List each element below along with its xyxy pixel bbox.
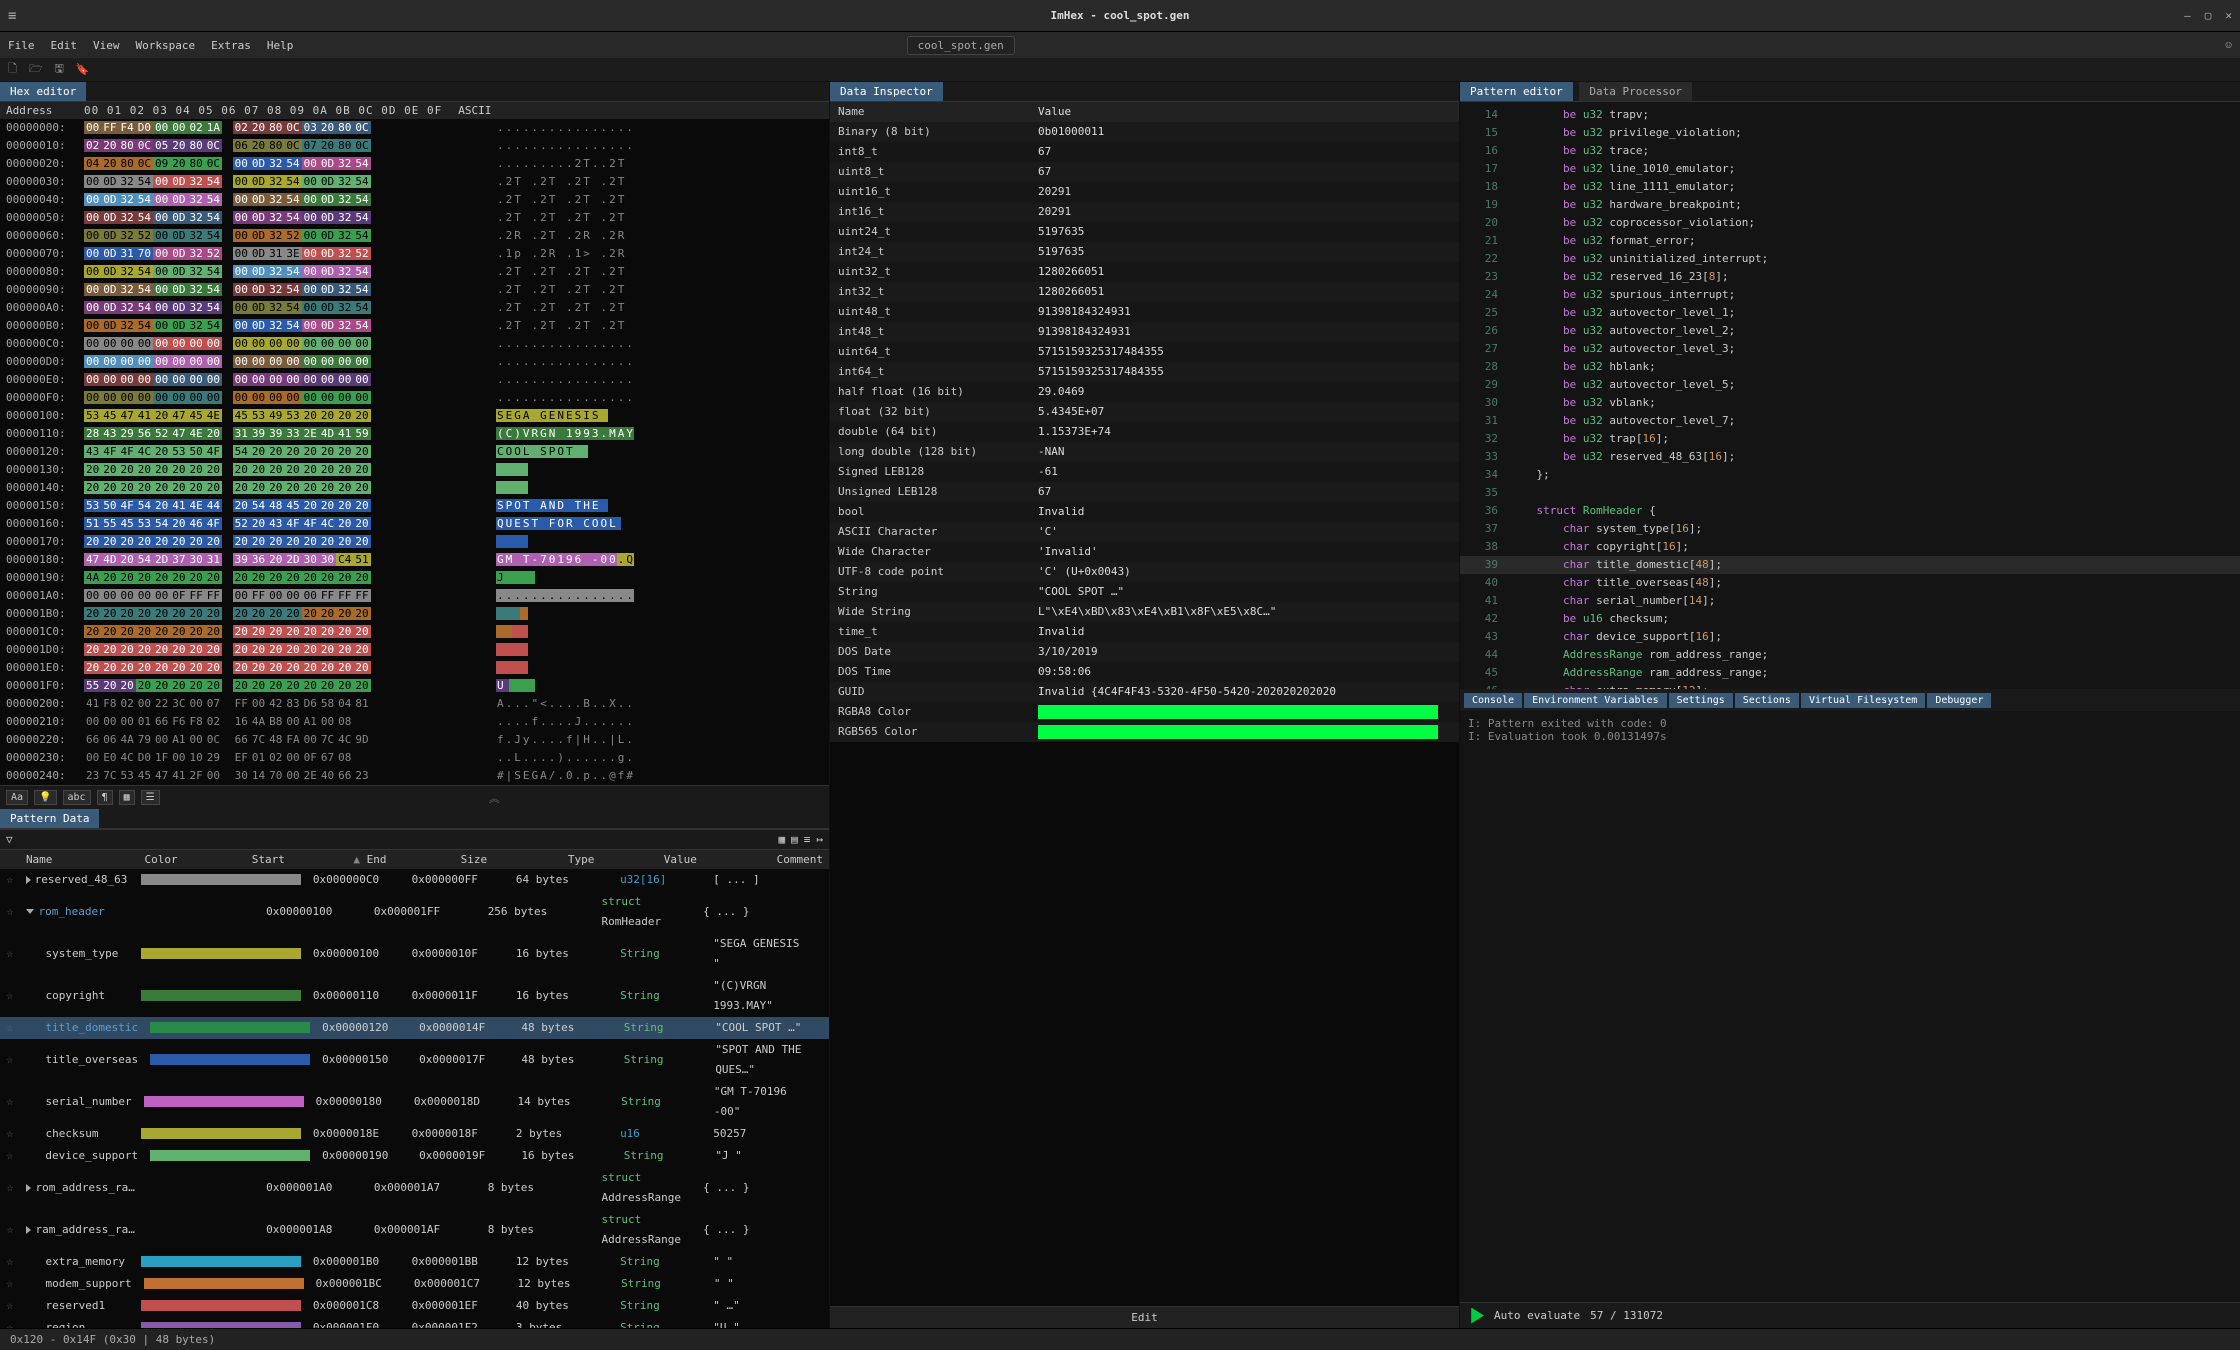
table-row[interactable]: ☆ title_domestic0x000001200x0000014F48 b… bbox=[0, 1017, 829, 1039]
tab-pattern-data[interactable]: Pattern Data bbox=[0, 809, 99, 828]
maximize-icon[interactable]: ▢ bbox=[2205, 9, 2212, 22]
pd-expand-icon[interactable]: ↦ bbox=[816, 833, 823, 846]
console-tab-settings[interactable]: Settings bbox=[1669, 693, 1733, 708]
open-file-icon[interactable]: 🗁 bbox=[29, 60, 43, 79]
hex-btn-list[interactable]: ☰ bbox=[141, 790, 160, 805]
table-row[interactable]: ☆ reserved10x000001C80x000001EF40 bytesS… bbox=[0, 1295, 829, 1317]
feedback-icon[interactable]: ☺ bbox=[2225, 39, 2232, 52]
hex-addr-header: Address bbox=[6, 104, 82, 117]
table-row[interactable]: ☆rom_address_ra…0x000001A00x000001A78 by… bbox=[0, 1167, 829, 1209]
table-row[interactable]: ☆ extra_memory0x000001B00x000001BB12 byt… bbox=[0, 1251, 829, 1273]
pattern-data-body[interactable]: ☆reserved_48_630x000000C00x000000FF64 by… bbox=[0, 869, 829, 1328]
table-row[interactable]: ☆ region0x000001F00x000001F23 bytesStrin… bbox=[0, 1317, 829, 1328]
play-icon[interactable] bbox=[1468, 1308, 1484, 1324]
pd-h-start[interactable]: Start bbox=[246, 852, 348, 867]
pd-h-name[interactable]: Name bbox=[20, 852, 139, 867]
tab-data-inspector[interactable]: Data Inspector bbox=[830, 82, 943, 101]
minimize-icon[interactable]: — bbox=[2184, 9, 2191, 22]
console-tab-environment-variables[interactable]: Environment Variables bbox=[1524, 693, 1666, 708]
console-tab-sections[interactable]: Sections bbox=[1735, 693, 1799, 708]
table-row[interactable]: ☆ modem_support0x000001BC0x000001C712 by… bbox=[0, 1273, 829, 1295]
pd-view2-icon[interactable]: ▤ bbox=[791, 833, 798, 846]
pd-view3-icon[interactable]: ≡ bbox=[804, 833, 811, 846]
filename-tab[interactable]: cool_spot.gen bbox=[907, 36, 1015, 55]
hex-btn-para[interactable]: ¶ bbox=[97, 790, 113, 805]
menu-help[interactable]: Help bbox=[267, 39, 294, 52]
table-row[interactable]: ☆ram_address_ra…0x000001A80x000001AF8 by… bbox=[0, 1209, 829, 1251]
window-title: ImHex - cool_spot.gen bbox=[1050, 9, 1189, 22]
table-row[interactable]: ☆ device_support0x000001900x0000019F16 b… bbox=[0, 1145, 829, 1167]
table-row[interactable]: ☆ title_overseas0x000001500x0000017F48 b… bbox=[0, 1039, 829, 1081]
code-editor[interactable]: 14 be u32 trapv;15 be u32 privilege_viol… bbox=[1460, 102, 2240, 689]
table-row[interactable]: ☆ copyright0x000001100x0000011F16 bytesS… bbox=[0, 975, 829, 1017]
table-row[interactable]: ☆ checksum0x0000018E0x0000018F2 bytesu16… bbox=[0, 1123, 829, 1145]
pd-view1-icon[interactable]: ▦ bbox=[779, 833, 786, 846]
pd-h-size[interactable]: Size bbox=[455, 852, 562, 867]
filter-icon[interactable]: ▽ bbox=[6, 833, 13, 846]
di-edit-button[interactable]: Edit bbox=[830, 1306, 1459, 1328]
save-icon[interactable]: 🖫 bbox=[55, 60, 64, 79]
hex-ascii-header: ASCII bbox=[458, 104, 491, 117]
collapse-icon[interactable]: ︽ bbox=[489, 790, 500, 806]
hex-btn-abc[interactable]: abc bbox=[63, 790, 91, 805]
hex-btn-color[interactable]: 💡 bbox=[34, 790, 56, 805]
table-row[interactable]: ☆rom_header0x000001000x000001FF256 bytes… bbox=[0, 891, 829, 933]
auto-evaluate-label[interactable]: Auto evaluate bbox=[1494, 1309, 1580, 1322]
data-inspector-body: Binary (8 bit)0b01000011int8_t67uint8_t6… bbox=[830, 122, 1459, 1306]
hex-cols-header: 00 01 02 03 04 05 06 07 08 09 0A 0B 0C 0… bbox=[84, 104, 442, 117]
table-row[interactable]: ☆ serial_number0x000001800x0000018D14 by… bbox=[0, 1081, 829, 1123]
menu-view[interactable]: View bbox=[93, 39, 120, 52]
new-file-icon[interactable]: 🗋 bbox=[8, 60, 17, 79]
hex-btn-grid[interactable]: ▦ bbox=[119, 790, 135, 805]
pd-h-value[interactable]: Value bbox=[658, 852, 771, 867]
menu-edit[interactable]: Edit bbox=[51, 39, 78, 52]
menu-file[interactable]: File bbox=[8, 39, 35, 52]
progress-label: 57 / 131072 bbox=[1590, 1309, 1663, 1322]
pd-h-comment[interactable]: Comment bbox=[771, 852, 829, 867]
tab-hex-editor[interactable]: Hex editor bbox=[0, 82, 86, 101]
status-selection: 0x120 - 0x14F (0x30 | 48 bytes) bbox=[10, 1333, 215, 1346]
console-body: I: Pattern exited with code: 0I: Evaluat… bbox=[1460, 711, 2240, 1302]
hex-body[interactable]: 00000000:00FFF4D00000021A 0220800C032080… bbox=[0, 119, 829, 785]
pd-h-end[interactable]: End bbox=[367, 853, 387, 866]
pd-h-color[interactable]: Color bbox=[139, 852, 246, 867]
di-h-name: Name bbox=[838, 102, 1038, 122]
bookmark-icon[interactable]: 🔖 bbox=[76, 63, 90, 76]
menu-extras[interactable]: Extras bbox=[211, 39, 251, 52]
console-tab-virtual-filesystem[interactable]: Virtual Filesystem bbox=[1801, 693, 1925, 708]
pd-h-type[interactable]: Type bbox=[562, 852, 658, 867]
di-h-value: Value bbox=[1038, 102, 1451, 122]
hamburger-icon[interactable]: ≡ bbox=[8, 8, 16, 24]
close-icon[interactable]: ✕ bbox=[2225, 9, 2232, 22]
console-tab-debugger[interactable]: Debugger bbox=[1927, 693, 1991, 708]
tab-pattern-editor[interactable]: Pattern editor bbox=[1460, 82, 1573, 101]
menu-workspace[interactable]: Workspace bbox=[136, 39, 196, 52]
table-row[interactable]: ☆reserved_48_630x000000C00x000000FF64 by… bbox=[0, 869, 829, 891]
tab-data-processor[interactable]: Data Processor bbox=[1579, 82, 1692, 101]
hex-btn-aa[interactable]: Aa bbox=[6, 790, 28, 805]
table-row[interactable]: ☆ system_type0x000001000x0000010F16 byte… bbox=[0, 933, 829, 975]
console-tab-console[interactable]: Console bbox=[1464, 693, 1522, 708]
